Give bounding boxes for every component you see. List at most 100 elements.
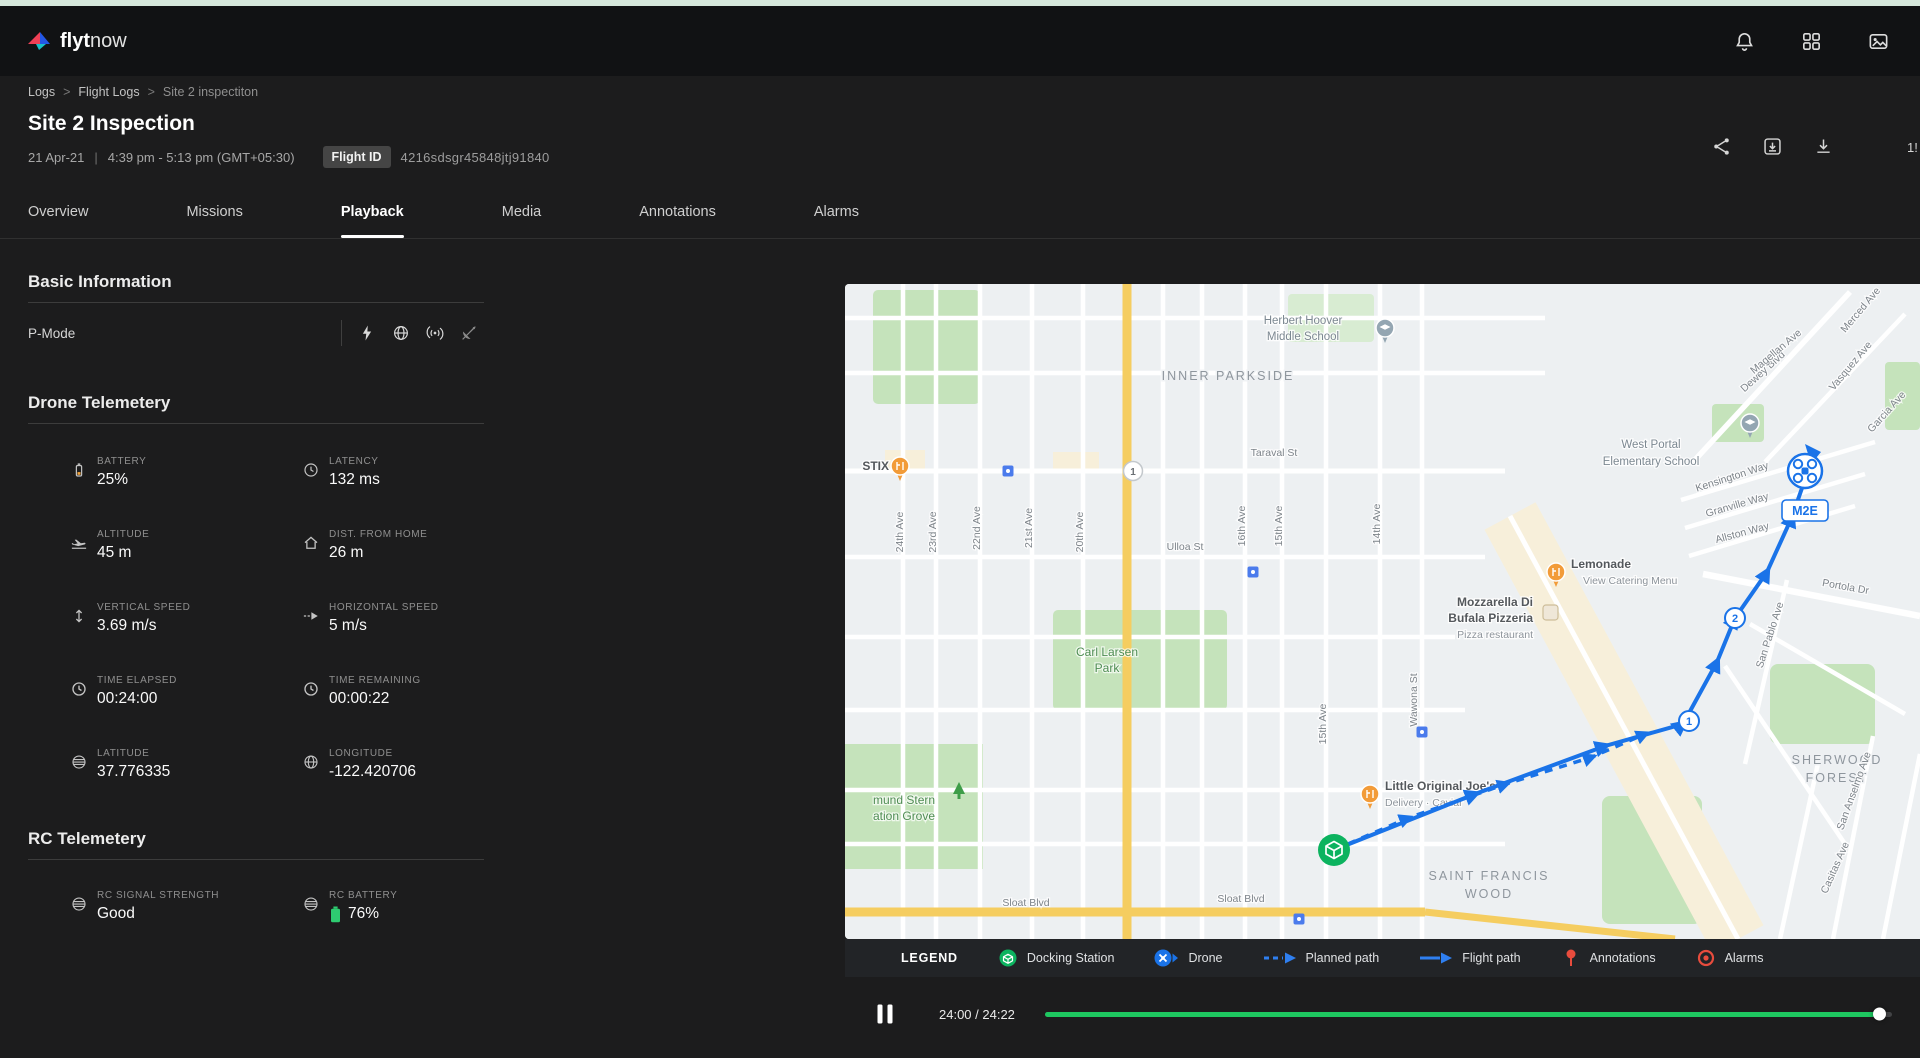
breadcrumb-logs[interactable]: Logs xyxy=(28,85,55,99)
tab-media[interactable]: Media xyxy=(502,185,542,238)
svg-text:21st Ave: 21st Ave xyxy=(1023,508,1035,548)
breadcrumb-current: Site 2 inspectiton xyxy=(162,85,259,99)
waypoint-marker-1[interactable]: 1 xyxy=(1678,710,1700,732)
alarm-icon xyxy=(1697,949,1714,967)
network-globe-icon xyxy=(394,326,408,340)
drone-telemetry-grid: BATTERY25% LATENCY132 ms ALTITUDE45 m xyxy=(28,456,484,781)
svg-text:Mozzarella Di: Mozzarella Di xyxy=(1457,595,1533,609)
planned-path-icon xyxy=(1263,952,1296,964)
clock-icon xyxy=(72,682,86,696)
flytnow-app: flytnow Logs > Flight Logs > Site 2 insp… xyxy=(0,0,1920,1058)
playback-progress-bar[interactable] xyxy=(1044,1007,1892,1021)
flight-id-badge: Flight ID xyxy=(322,146,391,168)
rc-signal-icon xyxy=(426,326,444,340)
tab-playback[interactable]: Playback xyxy=(340,185,404,238)
svg-text:INNER PARKSIDE: INNER PARKSIDE xyxy=(1162,369,1295,383)
legend-flight-path: Flight path xyxy=(1419,951,1521,965)
drone-icon xyxy=(1154,949,1179,967)
map-legend: LEGEND Docking Station Drone Planned pat… xyxy=(845,939,1920,977)
save-icon[interactable] xyxy=(1762,136,1783,157)
breadcrumb-flight-logs[interactable]: Flight Logs xyxy=(78,85,139,99)
svg-text:Herbert Hoover: Herbert Hoover xyxy=(1264,315,1343,327)
telemetry-distance-home: DIST. FROM HOME 26 m xyxy=(260,529,484,562)
tab-alarms[interactable]: Alarms xyxy=(814,185,859,238)
docking-station-marker[interactable] xyxy=(1318,834,1350,866)
meta-separator: | xyxy=(94,149,98,165)
pause-button[interactable] xyxy=(873,1002,897,1026)
legend-planned-path: Planned path xyxy=(1263,951,1379,965)
telemetry-time-remaining: TIME REMAINING 00:00:22 xyxy=(260,675,484,708)
svg-text:View Catering Menu: View Catering Menu xyxy=(1583,575,1678,587)
svg-text:Ulloa St: Ulloa St xyxy=(1167,541,1204,553)
apps-grid-icon[interactable] xyxy=(1800,30,1823,53)
svg-text:Park: Park xyxy=(1095,661,1121,675)
svg-text:16th Ave: 16th Ave xyxy=(1236,506,1248,547)
svg-text:1: 1 xyxy=(1686,716,1692,728)
svg-text:Wawona St: Wawona St xyxy=(1408,673,1420,726)
page-title: Site 2 Inspection xyxy=(28,112,195,135)
tab-overview[interactable]: Overview xyxy=(28,185,88,238)
bell-icon[interactable] xyxy=(1733,30,1756,53)
media-icon[interactable] xyxy=(1867,30,1890,53)
svg-text:15th Ave: 15th Ave xyxy=(1317,704,1329,745)
breadcrumb-separator: > xyxy=(63,85,71,99)
playback-progress-fill xyxy=(1044,1011,1880,1017)
telemetry-longitude: LONGITUDE -122.420706 xyxy=(260,748,484,781)
app-bar: flytnow xyxy=(0,6,1920,76)
svg-text:22nd Ave: 22nd Ave xyxy=(971,506,983,550)
telemetry-altitude: ALTITUDE 45 m xyxy=(28,529,260,562)
flight-id-value: 4216sdsgr45848jtj91840 xyxy=(400,149,550,165)
globe-icon xyxy=(304,897,318,911)
playback-map[interactable]: INNER PARKSIDE SHERWOOD FOREST SAINT FRA… xyxy=(845,284,1920,939)
annotation-pin-icon xyxy=(1566,949,1576,966)
legend-drone: Drone xyxy=(1154,948,1223,968)
playback-progress-knob[interactable] xyxy=(1873,1007,1887,1021)
telemetry-time-elapsed: TIME ELAPSED 00:24:00 xyxy=(28,675,260,708)
svg-text:Middle School: Middle School xyxy=(1267,331,1339,343)
legend-alarms: Alarms xyxy=(1696,948,1764,968)
svg-text:20th Ave: 20th Ave xyxy=(1074,512,1086,553)
globe-icon xyxy=(304,755,318,769)
waypoint-marker-2[interactable]: 2 xyxy=(1724,607,1746,629)
dashed-arrow-icon xyxy=(303,612,318,620)
satellite-off-icon xyxy=(462,326,476,340)
telemetry-latency: LATENCY 132 ms xyxy=(260,456,484,489)
flight-mode-row: P-Mode xyxy=(28,303,484,363)
map-canvas: INNER PARKSIDE SHERWOOD FOREST SAINT FRA… xyxy=(845,284,1920,939)
basic-information-heading: Basic Information xyxy=(28,272,172,291)
flight-meta: 21 Apr-21 | 4:39 pm - 5:13 pm (GMT+05:30… xyxy=(28,146,550,168)
flight-time-range: 4:39 pm - 5:13 pm (GMT+05:30) xyxy=(107,149,295,165)
telemetry-rc-signal: RC SIGNAL STRENGTH Good xyxy=(28,890,260,923)
flytnow-logo-icon xyxy=(28,32,50,50)
svg-text:Sloat Blvd: Sloat Blvd xyxy=(1002,897,1049,909)
flytnow-logo[interactable]: flytnow xyxy=(26,28,127,54)
breadcrumb-separator: > xyxy=(147,85,155,99)
flight-mode-value: P-Mode xyxy=(28,325,76,341)
svg-text:M2E: M2E xyxy=(1792,504,1818,518)
svg-text:Carl Larsen: Carl Larsen xyxy=(1076,645,1138,659)
svg-text:West Portal: West Portal xyxy=(1621,439,1680,451)
svg-text:WOOD: WOOD xyxy=(1465,887,1513,901)
svg-text:STIX: STIX xyxy=(862,459,889,473)
download-icon[interactable] xyxy=(1813,136,1834,157)
home-icon xyxy=(304,536,318,549)
tab-annotations[interactable]: Annotations xyxy=(639,185,716,238)
header-actions xyxy=(1711,136,1834,157)
telemetry-panel: Basic Information P-Mode Drone Telemeter… xyxy=(28,272,484,923)
svg-text:SAINT FRANCIS: SAINT FRANCIS xyxy=(1429,869,1550,883)
clock-icon xyxy=(304,682,318,696)
legend-annotations: Annotations xyxy=(1561,948,1656,968)
divider xyxy=(341,320,342,346)
globe-icon xyxy=(72,755,86,769)
telemetry-horizontal-speed: HORIZONTAL SPEED 5 m/s xyxy=(260,602,484,635)
divider xyxy=(28,423,484,424)
svg-text:15th Ave: 15th Ave xyxy=(1273,506,1285,547)
battery-icon xyxy=(75,463,83,477)
share-icon[interactable] xyxy=(1711,136,1732,157)
status-icons xyxy=(358,324,478,342)
svg-text:ation Grove: ation Grove xyxy=(873,809,935,823)
plane-takeoff-icon xyxy=(71,539,87,549)
tab-missions[interactable]: Missions xyxy=(186,185,242,238)
svg-text:Taraval St: Taraval St xyxy=(1251,447,1298,459)
globe-icon xyxy=(72,897,86,911)
